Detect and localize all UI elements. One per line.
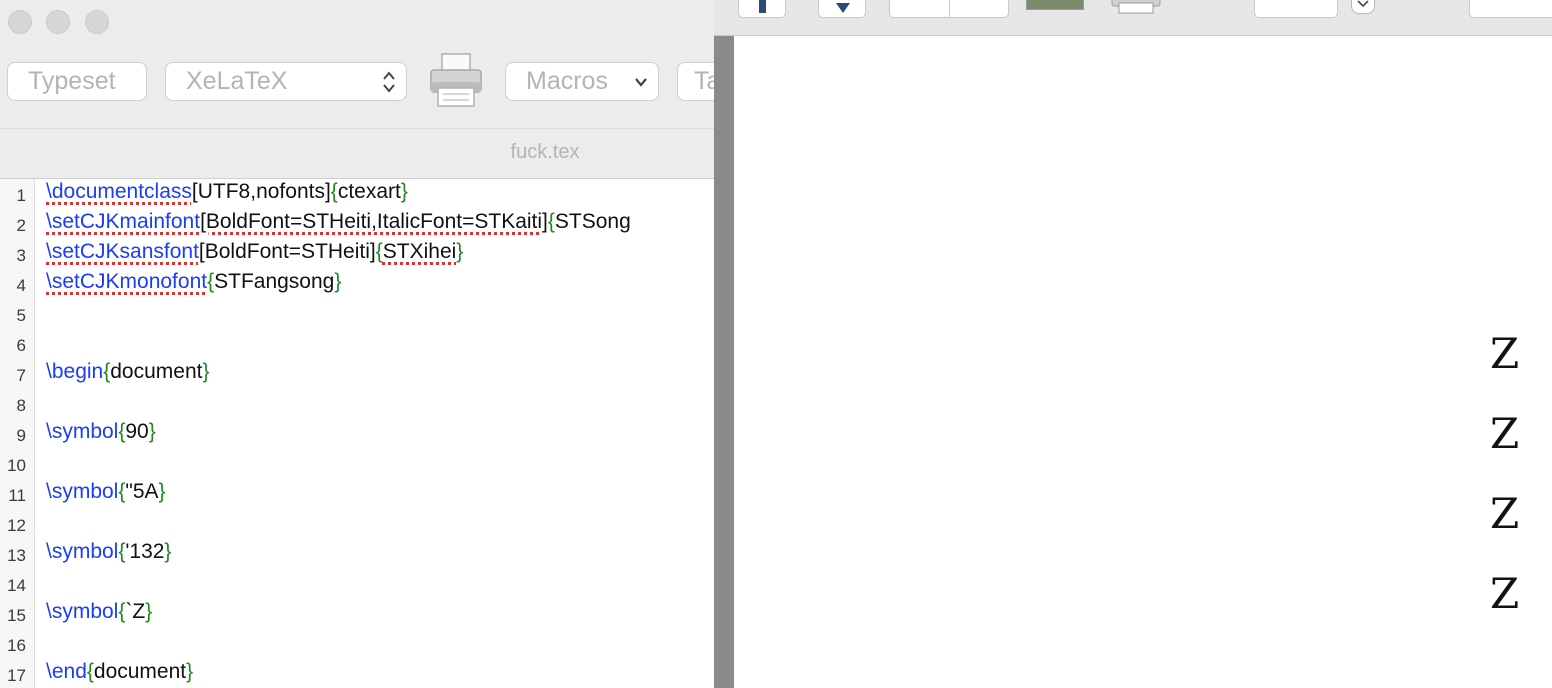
chevron-down-icon xyxy=(634,63,648,100)
code-line-11[interactable]: \symbol{"5A} xyxy=(46,480,166,504)
line-number: 11 xyxy=(8,486,26,505)
code-argument: 90 xyxy=(125,420,149,443)
output-glyph: Z xyxy=(1490,569,1520,618)
line-number: 5 xyxy=(16,306,26,325)
line-number: 2 xyxy=(16,216,26,235)
line-number: 7 xyxy=(16,366,26,385)
code-line-3[interactable]: \setCJKsansfont[BoldFont=STHeiti]{STXihe… xyxy=(46,240,463,264)
typeset-label: Typeset xyxy=(28,67,116,95)
code-brace: } xyxy=(145,600,153,623)
code-brace: } xyxy=(400,180,408,203)
code-option: [BoldFont=STHeiti,ItalicFont=STKaiti] xyxy=(200,210,548,233)
line-number: 12 xyxy=(7,516,26,535)
code-command: \end xyxy=(46,660,87,683)
line-number-gutter: 1 2 3 4 5 6 7 8 9 10 11 12 13 14 15 16 1… xyxy=(0,179,35,688)
line-number: 13 xyxy=(7,546,26,565)
code-brace: } xyxy=(202,360,210,383)
engine-select[interactable]: XeLaTeX xyxy=(165,62,407,101)
code-line-9[interactable]: \symbol{90} xyxy=(46,420,156,444)
file-title-bar: fuck.tex xyxy=(0,128,714,179)
window-divider xyxy=(714,36,734,688)
code-command: \symbol xyxy=(46,540,119,563)
code-editor[interactable]: 1 2 3 4 5 6 7 8 9 10 11 12 13 14 15 16 1… xyxy=(0,179,714,688)
code-brace: { xyxy=(547,210,555,233)
zoom-field[interactable] xyxy=(1254,0,1338,18)
chevron-updown-icon xyxy=(382,63,396,100)
macros-label: Macros xyxy=(526,67,608,95)
code-argument: '132 xyxy=(125,540,165,563)
close-window-button[interactable] xyxy=(8,10,32,34)
page-down-button[interactable] xyxy=(818,0,866,18)
engine-value: XeLaTeX xyxy=(186,67,288,95)
pdf-preview-page[interactable] xyxy=(734,36,1552,688)
output-glyph: Z xyxy=(1490,489,1520,538)
editor-window: Typeset XeLaTeX Macros Ta fuck.tex 1 2 3… xyxy=(0,0,714,688)
line-number: 1 xyxy=(16,186,26,205)
code-argument: document xyxy=(110,360,203,383)
printer-icon[interactable] xyxy=(1110,0,1162,14)
line-number: 16 xyxy=(7,636,26,655)
code-argument: STXihei xyxy=(382,240,457,263)
code-brace: } xyxy=(148,420,156,443)
code-command: \setCJKmonofont xyxy=(46,270,208,293)
code-argument: "5A xyxy=(125,480,159,503)
code-brace: } xyxy=(334,270,342,293)
code-command: \documentclass xyxy=(46,180,192,203)
tags-menu[interactable]: Ta xyxy=(677,62,714,101)
preview-toolbar xyxy=(714,0,1552,36)
chevron-down-icon[interactable] xyxy=(1351,0,1375,14)
code-brace: } xyxy=(186,660,194,683)
line-number: 4 xyxy=(16,276,26,295)
code-argument: STSong xyxy=(554,210,631,233)
code-argument: `Z xyxy=(125,600,146,623)
code-command: \symbol xyxy=(46,480,119,503)
line-number: 3 xyxy=(16,246,26,265)
code-line-7[interactable]: \begin{document} xyxy=(46,360,209,384)
code-line-4[interactable]: \setCJKmonofont{STFangsong} xyxy=(46,270,341,294)
code-argument: document xyxy=(93,660,187,683)
image-icon[interactable] xyxy=(1026,0,1084,10)
zoom-window-button[interactable] xyxy=(85,10,109,34)
editor-toolbar: Typeset XeLaTeX Macros Ta xyxy=(0,0,714,128)
code-command: \symbol xyxy=(46,600,119,623)
code-command: \symbol xyxy=(46,420,119,443)
code-line-13[interactable]: \symbol{'132} xyxy=(46,540,171,564)
file-name: fuck.tex xyxy=(510,141,580,163)
code-brace: { xyxy=(330,180,338,203)
code-brace: } xyxy=(158,480,166,503)
code-command: \begin xyxy=(46,360,104,383)
code-command: \setCJKmainfont xyxy=(46,210,201,233)
line-number: 17 xyxy=(7,666,26,685)
code-line-15[interactable]: \symbol{`Z} xyxy=(46,600,152,624)
output-glyph: Z xyxy=(1490,409,1520,458)
code-option: [BoldFont=STHeiti] xyxy=(198,240,376,263)
search-field[interactable] xyxy=(1469,0,1552,18)
code-line-2[interactable]: \setCJKmainfont[BoldFont=STHeiti,ItalicF… xyxy=(46,210,631,234)
code-brace: } xyxy=(456,240,464,263)
line-number: 10 xyxy=(7,456,26,475)
code-brace: } xyxy=(164,540,172,563)
line-number: 15 xyxy=(7,606,26,625)
line-number: 6 xyxy=(16,336,26,355)
code-line-1[interactable]: \documentclass[UTF8,nofonts]{ctexart} xyxy=(46,180,408,204)
output-glyph: Z xyxy=(1490,329,1520,378)
printer-icon[interactable] xyxy=(428,52,484,110)
tags-label: Ta xyxy=(694,67,714,95)
line-number: 9 xyxy=(16,426,26,445)
code-command: \setCJKsansfont xyxy=(46,240,199,263)
code-brace: { xyxy=(375,240,383,263)
zoom-segmented-control[interactable] xyxy=(889,0,1009,18)
code-argument: ctexart xyxy=(337,180,401,203)
code-option: [UTF8,nofonts] xyxy=(191,180,331,203)
code-brace: { xyxy=(86,660,94,683)
page-up-button[interactable] xyxy=(738,0,786,18)
line-number: 8 xyxy=(16,396,26,415)
typeset-button[interactable]: Typeset xyxy=(7,62,147,101)
code-argument: STFangsong xyxy=(214,270,335,293)
macros-menu[interactable]: Macros xyxy=(505,62,659,101)
line-number: 14 xyxy=(7,576,26,595)
code-line-17[interactable]: \end{document} xyxy=(46,660,193,684)
minimize-window-button[interactable] xyxy=(46,10,70,34)
